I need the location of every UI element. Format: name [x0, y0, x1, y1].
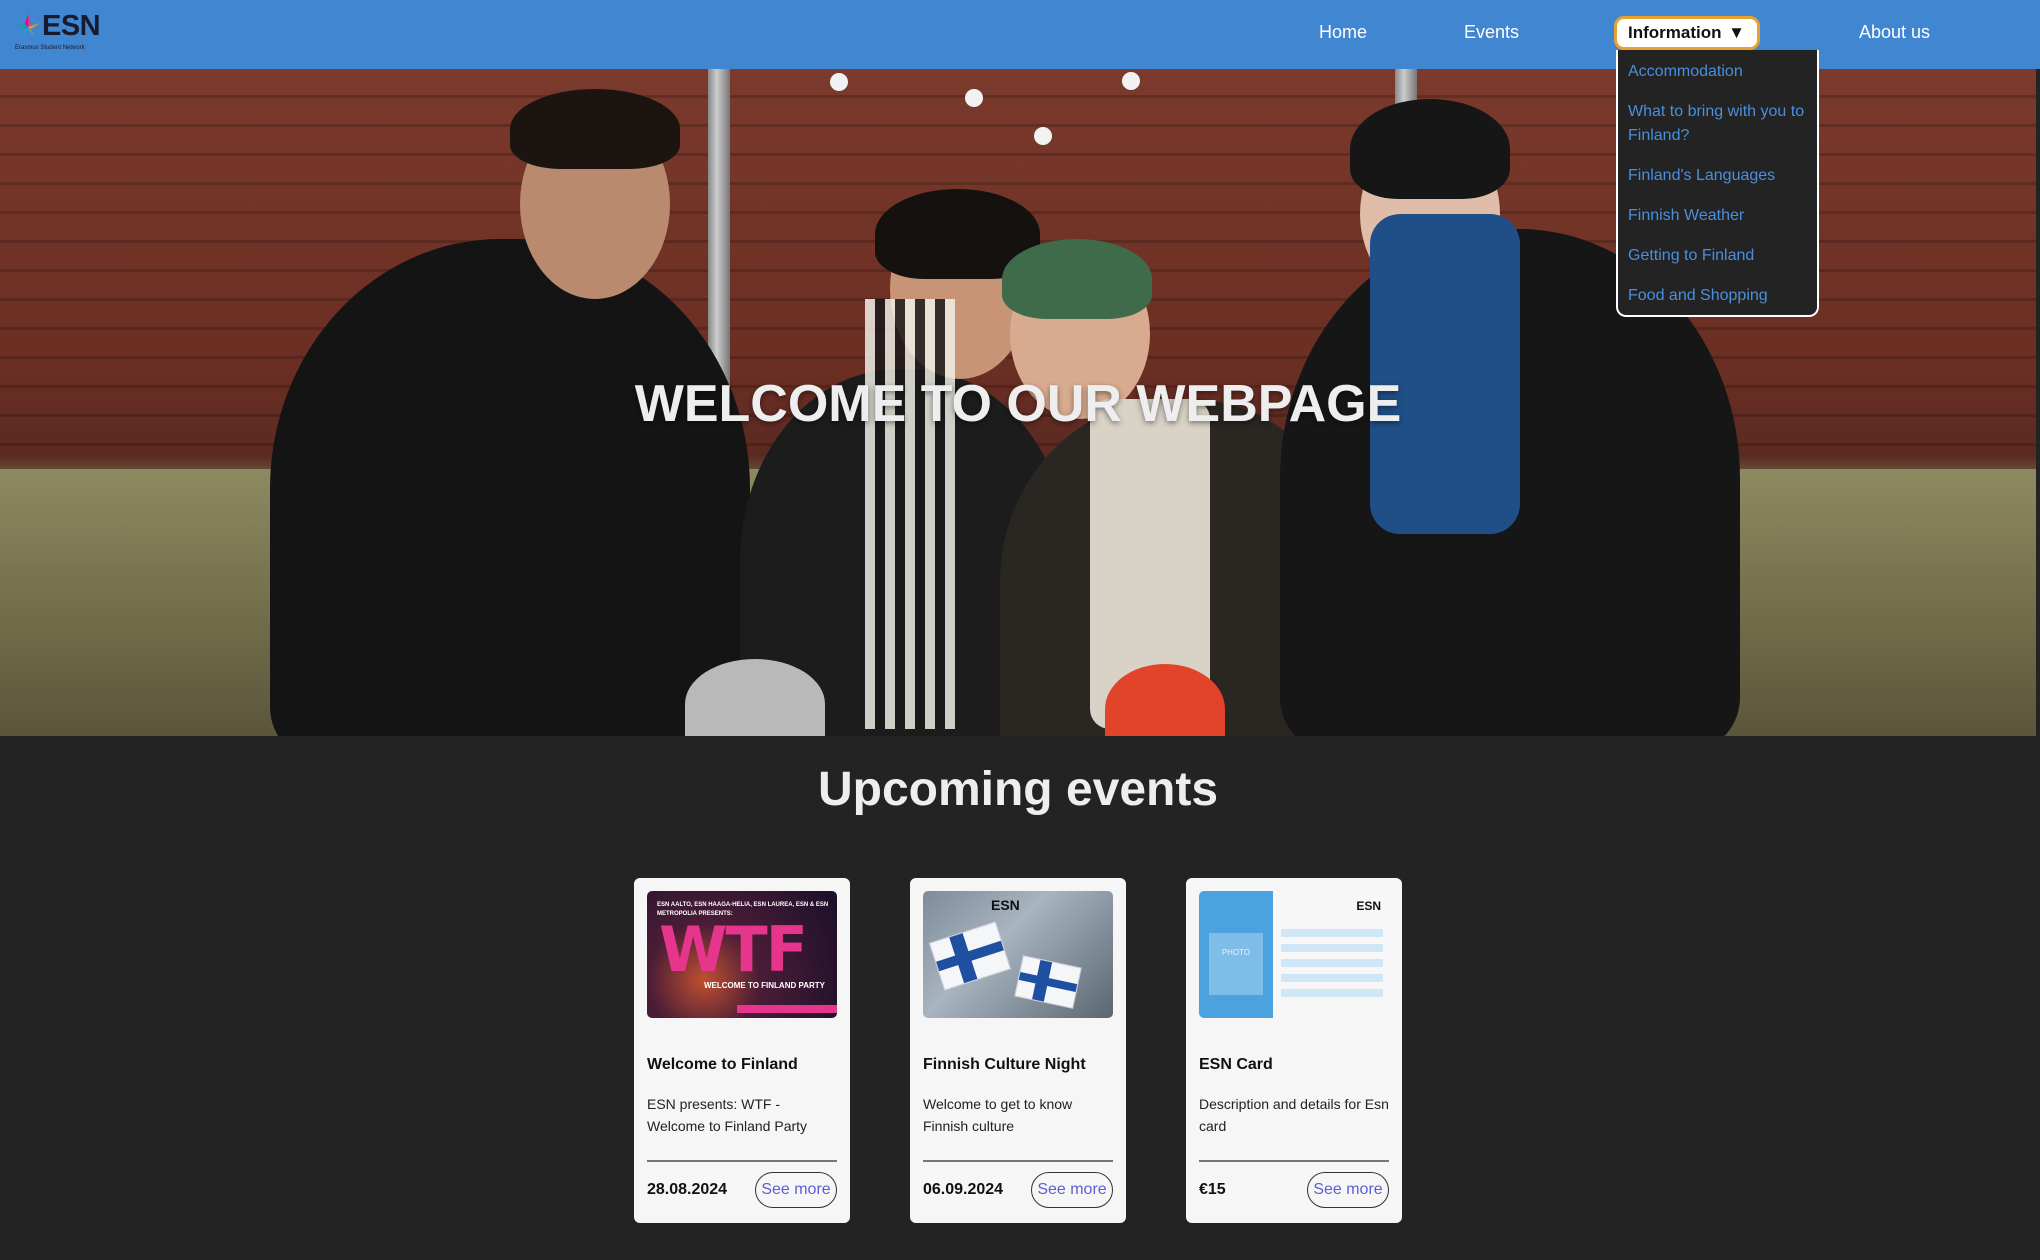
dropdown-item-what-to-bring[interactable]: What to bring with you to Finland?: [1628, 100, 1807, 148]
hero-person-silhouette: [270, 239, 750, 736]
event-card-description: Description and details for Esn card: [1199, 1096, 1389, 1134]
esn-card-form-rows: [1281, 929, 1383, 1004]
caret-down-icon: ▼: [1728, 23, 1745, 42]
event-card: ESN Finnish Culture Night Welcome to get…: [910, 878, 1126, 1223]
event-card: ESN AALTO, ESN HAAGA-HELIA, ESN LAUREA, …: [634, 878, 850, 1223]
finnish-flag-graphic: [1014, 955, 1082, 1009]
nav-events-link[interactable]: Events: [1464, 22, 1519, 43]
event-card-divider: [923, 1160, 1113, 1162]
wtf-image-right-text: WELCOME TO FINLAND PARTY: [703, 981, 825, 990]
hero-light-dot: [830, 73, 848, 91]
dropdown-item-food-shopping[interactable]: Food and Shopping: [1628, 284, 1807, 308]
finnish-flag-graphic: [928, 921, 1012, 991]
event-card-price: €15: [1199, 1181, 1226, 1198]
logo-text: ESN: [42, 10, 101, 42]
logo-subtitle: Erasmus Student Network: [15, 45, 85, 51]
hero-light-dot: [1122, 72, 1140, 90]
esn-star-icon: [16, 14, 40, 38]
event-card-image: ESN AALTO, ESN HAAGA-HELIA, ESN LAUREA, …: [647, 891, 837, 1018]
dropdown-item-accommodation[interactable]: Accommodation: [1628, 60, 1807, 84]
see-more-button[interactable]: See more: [1307, 1172, 1389, 1208]
event-card-title: ESN Card: [1199, 1056, 1273, 1073]
esn-card-photo-placeholder: PHOTO: [1209, 933, 1263, 995]
nav-information-dropdown-toggle[interactable]: Information ▼: [1614, 16, 1760, 50]
event-card-title: Welcome to Finland: [647, 1056, 798, 1073]
event-card-date: 06.09.2024: [923, 1181, 1004, 1198]
event-card-image: ESN: [923, 891, 1113, 1018]
event-card-divider: [647, 1160, 837, 1162]
esn-logo-mini: ESN: [1356, 899, 1381, 913]
event-card-divider: [1199, 1160, 1389, 1162]
hero-black-beanie: [1350, 99, 1510, 199]
event-card-description: Welcome to get to know Finnish culture: [923, 1096, 1073, 1134]
hero-green-hat: [1002, 239, 1152, 319]
esn-logo-mini: ESN: [991, 897, 1020, 913]
event-card-image: PHOTO ESN: [1199, 891, 1389, 1018]
hero-light-dot: [1034, 127, 1052, 145]
hero-light-dot: [965, 89, 983, 107]
nav-about-link[interactable]: About us: [1859, 22, 1930, 43]
dropdown-item-languages[interactable]: Finland's Languages: [1628, 164, 1807, 188]
event-card-title: Finnish Culture Night: [923, 1056, 1086, 1073]
information-dropdown-menu: Accommodation What to bring with you to …: [1616, 50, 1819, 317]
esn-logo[interactable]: ESN Erasmus Student Network: [13, 10, 103, 51]
hero-scarf-pattern: [865, 299, 955, 729]
see-more-button[interactable]: See more: [755, 1172, 837, 1208]
dropdown-item-weather[interactable]: Finnish Weather: [1628, 204, 1807, 228]
event-card: PHOTO ESN ESN Card Description and detai…: [1186, 878, 1402, 1223]
wtf-image-bar: [737, 1005, 837, 1013]
nav-home-link[interactable]: Home: [1319, 22, 1367, 43]
event-card-description: ESN presents: WTF - Welcome to Finland P…: [647, 1096, 808, 1134]
see-more-button[interactable]: See more: [1031, 1172, 1113, 1208]
upcoming-events-heading: Upcoming events: [817, 763, 1219, 816]
nav-information-label: Information: [1628, 23, 1722, 42]
event-card-date: 28.08.2024: [647, 1181, 728, 1198]
hero-title: WELCOME TO OUR WEBPAGE: [634, 375, 1402, 433]
dropdown-item-getting-to-finland[interactable]: Getting to Finland: [1628, 244, 1807, 268]
wtf-image-big-text: WTF: [659, 913, 808, 986]
hero-person-hair: [510, 89, 680, 169]
